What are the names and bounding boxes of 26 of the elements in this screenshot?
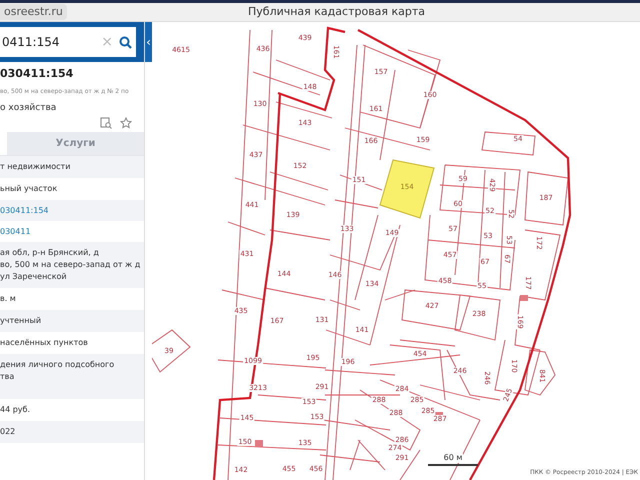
scale-label: 60 м (442, 453, 464, 463)
page-title: Публичная кадастровая карта (248, 4, 426, 20)
star-icon[interactable] (120, 117, 132, 129)
property-value: населённых пунктов (0, 337, 89, 349)
property-value: т недвижимости (0, 161, 72, 173)
scale-bar (428, 464, 478, 466)
search-icon[interactable] (119, 36, 132, 48)
object-usage: о хозяйства (0, 102, 58, 114)
property-value: ая обл, р-н Брянский, д (0, 247, 100, 259)
property-value: учтенный (0, 315, 42, 327)
search-field[interactable]: 0411:154 × (0, 27, 136, 57)
cadastral-link[interactable]: 030411 (0, 226, 144, 237)
property-value: ьный участок (0, 183, 58, 195)
collapse-panel-tab[interactable]: ‹ (145, 22, 152, 62)
property-value: тва (0, 371, 16, 383)
property-value: 022 (0, 426, 16, 438)
document-search-icon[interactable] (100, 117, 112, 129)
services-tab[interactable]: Услуги (7, 132, 144, 155)
property-value: в. м (0, 293, 17, 305)
selected-parcel[interactable] (379, 159, 435, 219)
property-value: 44 руб. (0, 404, 32, 416)
property-value: во, 500 м на северо-запад от ж д (0, 259, 142, 271)
address-bar[interactable]: osreestr.ru (0, 4, 67, 20)
property-value: ул Зареченской (0, 271, 68, 283)
object-title: 030411:154 (0, 66, 74, 82)
property-value: дения личного подсобного (0, 359, 116, 371)
